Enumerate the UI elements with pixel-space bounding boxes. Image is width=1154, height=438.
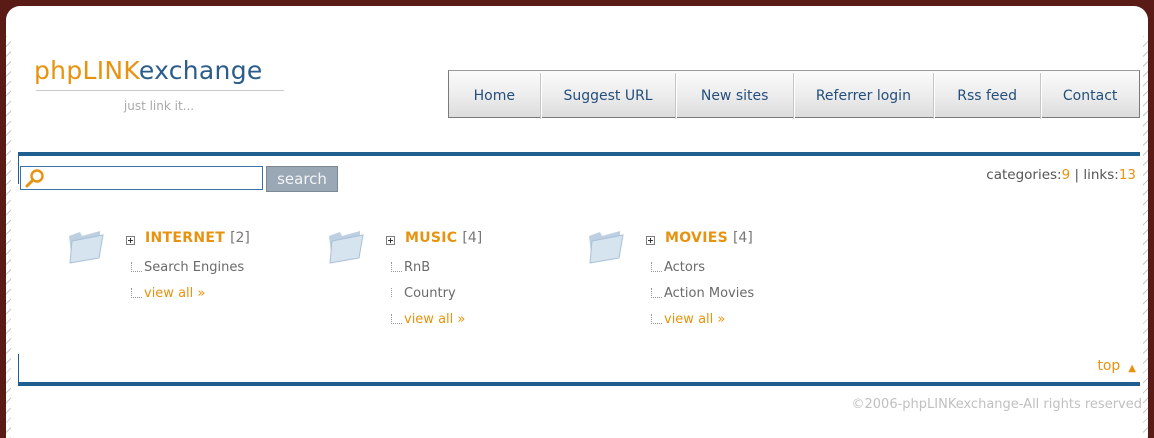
view-all-label: view all » [404,312,466,327]
tree-connector [651,288,662,298]
expand-icon[interactable] [386,235,395,245]
logo-title-part1: phpLINK [34,56,139,85]
category-count: [4] [732,230,753,246]
search-input[interactable] [20,166,263,190]
back-to-top-link[interactable]: top ▲ [1097,358,1136,374]
view-all-link[interactable]: view all » [391,312,465,338]
subcategory-item[interactable]: RnB [391,260,465,286]
view-all-link[interactable]: view all » [131,286,244,312]
view-all-link[interactable]: view all » [651,312,754,338]
view-all-label: view all » [664,312,726,327]
category-count: [4] [462,230,483,246]
nav-rss-feed[interactable]: Rss feed [934,73,1042,119]
category-header: INTERNET [2] [126,230,250,246]
folder-icon [589,231,624,264]
stats-separator: | [1070,167,1084,183]
categories-label: categories: [986,167,1062,183]
folder-icon [69,231,104,264]
search-form: search [20,166,338,192]
tree-connector [651,314,662,324]
logo-title[interactable]: phpLINKexchange [34,56,284,86]
subcategory-item[interactable]: Actors [651,260,754,286]
tree-connector [391,288,402,297]
subcategory-list: Search Engines view all » [131,260,244,312]
subcategory-list: RnB Country view all » [391,260,465,338]
logo[interactable]: phpLINKexchange just link it... [34,56,284,113]
main-nav: Home Suggest URL New sites Referrer logi… [448,70,1140,119]
page: phpLINKexchange just link it... Home Sug… [6,6,1148,438]
footer-copyright: ©2006-phpLINKexchange-All rights reserve… [851,397,1143,412]
tree-connector [131,262,142,272]
categories-count: 9 [1061,167,1071,183]
subcategory-label: Search Engines [144,260,245,275]
panel-edge-bottom [18,354,19,382]
tree-connector [131,288,142,298]
tree-connector [391,314,402,324]
logo-divider [36,90,284,91]
links-count: 13 [1118,167,1136,183]
nav-contact[interactable]: Contact [1041,73,1139,119]
subcategory-label: RnB [404,260,431,275]
tree-connector [391,262,402,272]
expand-icon[interactable] [126,235,135,245]
subcategory-item[interactable]: Search Engines [131,260,244,286]
view-all-label: view all » [144,286,206,301]
subcategory-item[interactable]: Action Movies [651,286,754,312]
tagline: just link it... [123,99,195,113]
nav-suggest-url[interactable]: Suggest URL [541,73,677,119]
panel-edge-top [18,156,19,184]
subcategory-label: Action Movies [664,286,755,301]
category-header: MUSIC [4] [386,230,482,246]
folder-icon [329,231,364,264]
subcategory-label: Actors [664,260,705,275]
tree-connector [651,262,662,272]
arrow-up-icon: ▲ [1128,362,1136,374]
subcategory-label: Country [404,286,456,301]
category-header: MOVIES [4] [646,230,753,246]
search-button[interactable]: search [266,166,338,192]
subcategory-item[interactable]: Country [391,286,465,312]
nav-referrer-login[interactable]: Referrer login [794,73,934,119]
nav-new-sites[interactable]: New sites [676,73,794,119]
top-label: top [1097,358,1121,374]
category-link-internet[interactable]: INTERNET [145,230,225,246]
category-count: [2] [230,230,250,246]
subcategory-list: Actors Action Movies view all » [651,260,754,338]
search-icon [25,169,44,188]
links-label: links: [1083,167,1119,183]
category-link-music[interactable]: MUSIC [405,230,457,246]
logo-title-part2: exchange [138,56,263,85]
site-stats: categories:9 | links:13 [986,167,1136,183]
nav-home[interactable]: Home [449,73,541,119]
main-panel: search categories:9 | links:13 INTERNET … [18,152,1140,386]
expand-icon[interactable] [646,235,655,245]
category-link-movies[interactable]: MOVIES [665,230,728,246]
